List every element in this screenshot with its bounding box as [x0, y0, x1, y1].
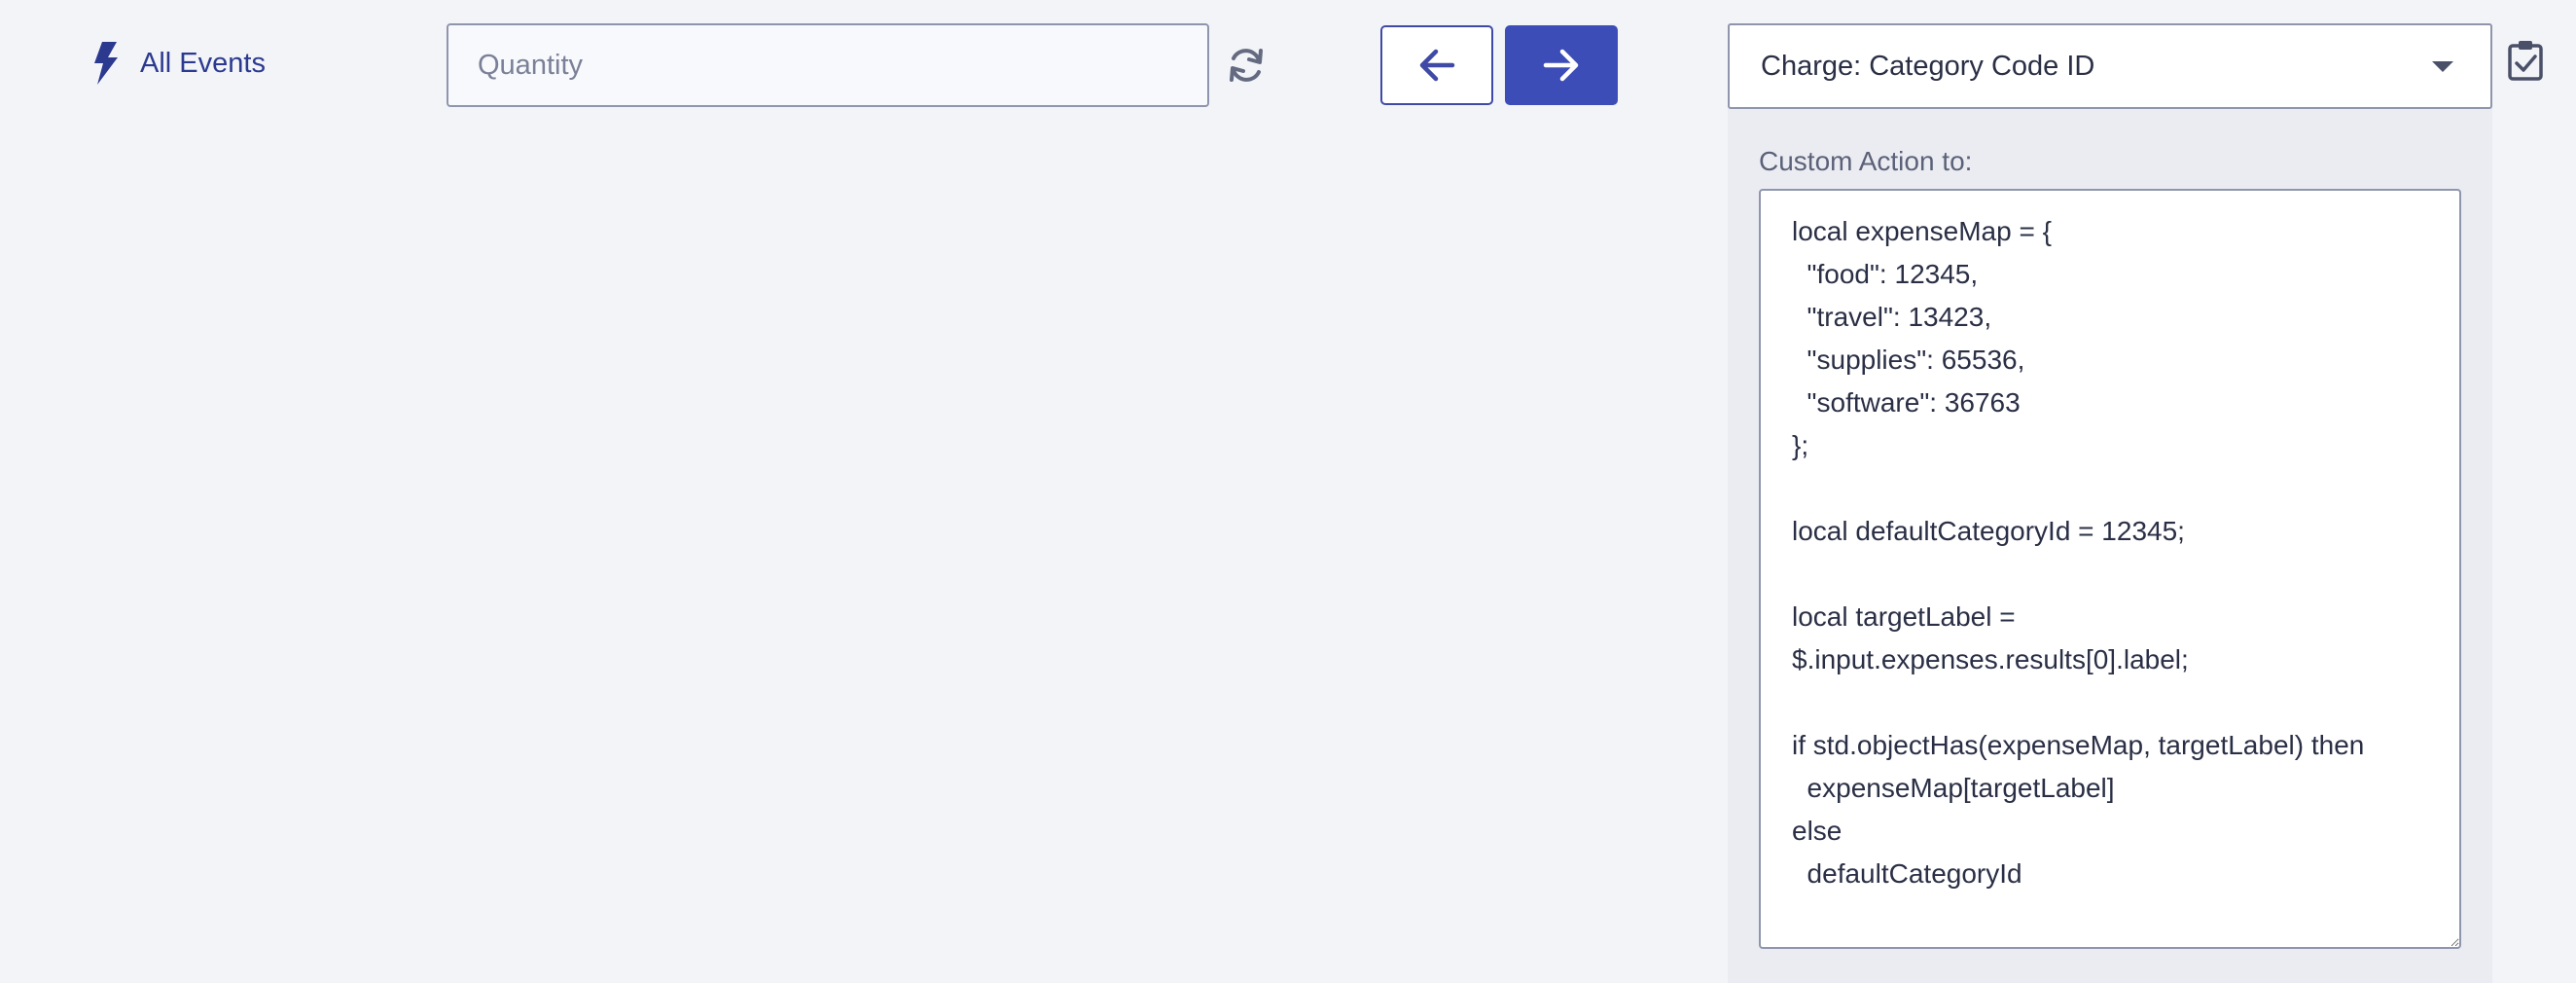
field-select-value: Charge: Category Code ID — [1761, 50, 2095, 82]
field-select[interactable]: Charge: Category Code ID — [1728, 23, 2492, 109]
refresh-icon — [1230, 49, 1263, 82]
refresh-button[interactable] — [1224, 43, 1269, 88]
search-input[interactable] — [447, 23, 1209, 107]
arrow-right-icon — [1543, 49, 1579, 82]
clipboard-check-icon — [2508, 41, 2543, 81]
all-events-link[interactable]: All Events — [93, 39, 266, 88]
all-events-label: All Events — [140, 47, 266, 79]
confirm-mapping-button[interactable] — [2504, 37, 2547, 84]
custom-action-label: Custom Action to: — [1759, 146, 1973, 176]
previous-button[interactable] — [1380, 25, 1493, 105]
custom-action-editor[interactable]: local expenseMap = { "food": 12345, "tra… — [1759, 189, 2461, 949]
lightning-bolt-icon — [94, 42, 118, 85]
chevron-down-icon — [2432, 60, 2453, 72]
next-button[interactable] — [1505, 25, 1618, 105]
arrow-left-icon — [1419, 49, 1455, 82]
